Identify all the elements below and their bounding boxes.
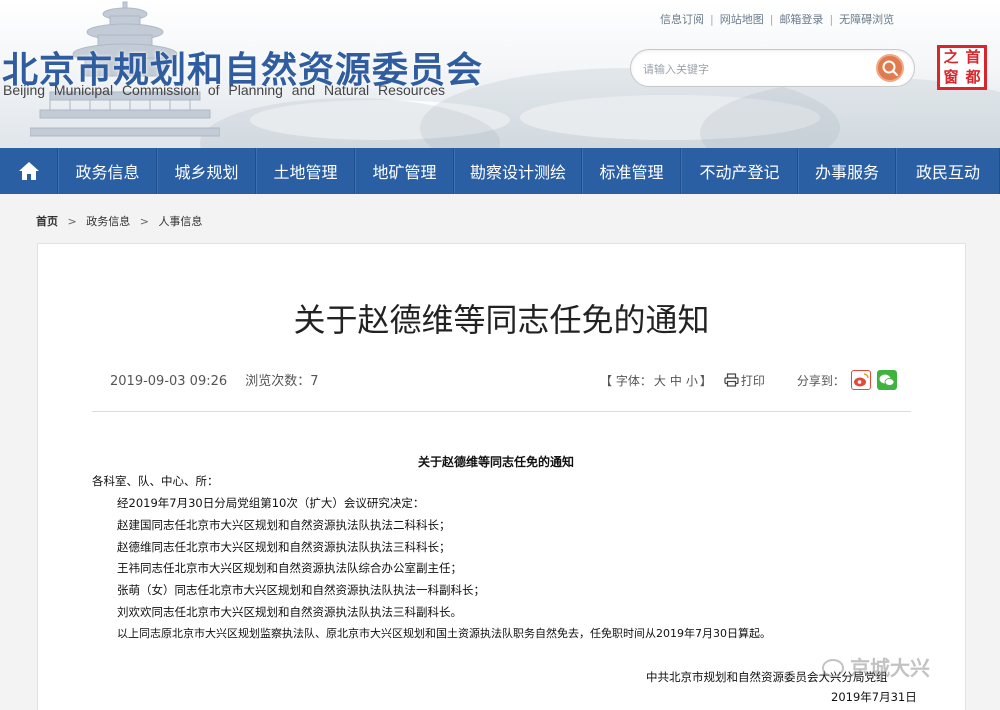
watermark: 京城大兴 bbox=[822, 652, 930, 681]
notice-line: 经2019年7月30日分局党组第10次（扩大）会议研究决定： bbox=[117, 496, 425, 510]
notice-line: 赵德维同志任北京市大兴区规划和自然资源执法队执法三科科长； bbox=[117, 540, 451, 554]
sitemap-link[interactable]: 网站地图 bbox=[720, 13, 764, 26]
nav-item-real-estate[interactable]: 不动产登记 bbox=[681, 148, 798, 194]
notice-salutation: 各科室、队、中心、所： bbox=[92, 474, 219, 488]
printer-icon bbox=[724, 373, 739, 387]
article-title: 关于赵德维等同志任免的通知 bbox=[293, 301, 710, 339]
breadcrumb-personnel[interactable]: 人事信息 bbox=[158, 215, 202, 228]
nav-item-mineral-management[interactable]: 地矿管理 bbox=[355, 148, 454, 194]
article-tools: 【 字体： 大 中 小 】 打印 分享到： bbox=[600, 370, 897, 390]
home-icon bbox=[18, 162, 39, 180]
breadcrumb-gov-info[interactable]: 政务信息 bbox=[86, 215, 130, 228]
nav-item-standards[interactable]: 标准管理 bbox=[582, 148, 681, 194]
site-header: 信息订阅 | 网站地图 | 邮箱登录 | 无障碍浏览 北京市规划和自然资源委员会 Beiji… bbox=[0, 0, 1000, 148]
search-box bbox=[630, 49, 915, 87]
notice-title: 关于赵德维等同志任免的通知 bbox=[418, 455, 575, 469]
breadcrumb: 首页 > 政务信息 > 人事信息 bbox=[36, 213, 202, 229]
watermark-text: 京城大兴 bbox=[850, 656, 930, 680]
seal-char: 之 bbox=[943, 48, 959, 66]
print-label: 打印 bbox=[740, 373, 765, 388]
breadcrumb-separator: > bbox=[67, 215, 77, 228]
search-icon bbox=[882, 60, 899, 77]
search-input[interactable] bbox=[643, 59, 863, 79]
font-size-small[interactable]: 小 bbox=[686, 372, 698, 389]
font-size-label: 【 字体： bbox=[600, 373, 652, 388]
seal-char: 首 bbox=[965, 48, 981, 66]
title-divider bbox=[92, 411, 911, 412]
weibo-icon bbox=[853, 373, 869, 387]
notice-line: 王祎同志任北京市大兴区规划和自然资源执法队综合办公室副主任； bbox=[117, 561, 462, 575]
nav-item-interaction[interactable]: 政民互动 bbox=[896, 148, 1000, 194]
wechat-share-button[interactable] bbox=[876, 370, 897, 390]
font-size-large[interactable]: 大 bbox=[654, 372, 666, 389]
share-label: 分享到： bbox=[796, 373, 845, 388]
notice-date: 2019年7月31日 bbox=[831, 690, 917, 704]
view-count: 浏览次数：7 bbox=[245, 374, 319, 389]
search-button[interactable] bbox=[876, 54, 904, 82]
font-size-label-end: 】 bbox=[699, 373, 712, 388]
main-nav: 政务信息 城乡规划 土地管理 地矿管理 勘察设计测绘 标准管理 不动产登记 办事… bbox=[0, 148, 1000, 194]
weibo-share-button[interactable] bbox=[850, 370, 871, 390]
top-links: 信息订阅 | 网站地图 | 邮箱登录 | 无障碍浏览 bbox=[660, 13, 895, 26]
breadcrumb-home[interactable]: 首页 bbox=[36, 215, 58, 228]
notice-line: 以上同志原北京市大兴区规划监察执法队、原北京市大兴区规划和国土资源执法队职务自然… bbox=[117, 627, 771, 640]
mail-login-link[interactable]: 邮箱登录 bbox=[779, 13, 823, 26]
notice-line: 刘欢欢同志任北京市大兴区规划和自然资源执法队执法三科副科长。 bbox=[117, 605, 462, 619]
subscribe-link[interactable]: 信息订阅 bbox=[660, 13, 704, 26]
font-size-medium[interactable]: 中 bbox=[670, 372, 682, 389]
notice-line: 张萌（女）同志任北京市大兴区规划和自然资源执法队执法一科副科长； bbox=[117, 583, 485, 597]
nav-item-gov-info[interactable]: 政务信息 bbox=[58, 148, 157, 194]
print-button[interactable]: 打印 bbox=[724, 372, 765, 389]
publish-date: 2019-09-03 09:26 bbox=[110, 374, 228, 389]
capital-window-seal[interactable]: 之 首 窗 都 bbox=[937, 45, 987, 90]
seal-char: 窗 bbox=[943, 67, 959, 86]
nav-item-survey-design[interactable]: 勘察设计测绘 bbox=[454, 148, 582, 194]
breadcrumb-separator: > bbox=[139, 215, 149, 228]
article-panel: 关于赵德维等同志任免的通知 2019-09-03 09:26 浏览次数：7 【 … bbox=[37, 243, 966, 710]
nav-item-services[interactable]: 办事服务 bbox=[798, 148, 896, 194]
notice-line: 赵建国同志任北京市大兴区规划和自然资源执法队执法二科科长； bbox=[117, 518, 451, 532]
wechat-watermark-icon bbox=[822, 659, 844, 677]
accessibility-link[interactable]: 无障碍浏览 bbox=[839, 13, 894, 26]
nav-item-land-management[interactable]: 土地管理 bbox=[256, 148, 355, 194]
wechat-icon bbox=[879, 374, 895, 386]
article-meta: 2019-09-03 09:26 浏览次数：7 bbox=[110, 370, 319, 389]
nav-home[interactable] bbox=[0, 148, 58, 194]
site-subtitle-en: Beijing Municipal Commission of Planning… bbox=[3, 82, 445, 98]
nav-item-urban-planning[interactable]: 城乡规划 bbox=[157, 148, 256, 194]
seal-char: 都 bbox=[965, 67, 981, 86]
